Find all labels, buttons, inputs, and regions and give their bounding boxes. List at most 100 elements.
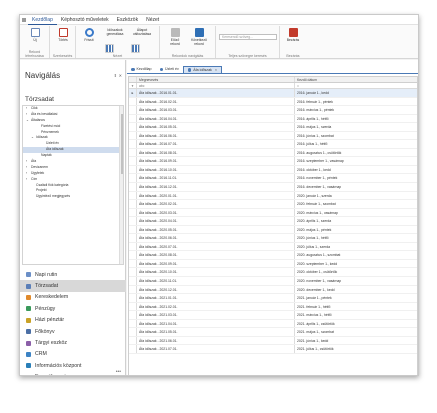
table-row[interactable]: Áfa időszak - 2021.06.01. 2021. június 1.… — [129, 336, 417, 346]
tree-scrollbar-thumb[interactable] — [120, 114, 123, 174]
cell-start-date[interactable]: 2016. április 1., hétfő — [295, 115, 417, 123]
table-row[interactable]: Áfa időszak - 2016.02.01. 2016. február 1… — [129, 97, 417, 107]
tree-item[interactable]: Ügyintéző megjegyzés — [23, 194, 123, 200]
cell-name[interactable]: Áfa időszak - 2020.11.01. — [137, 277, 295, 285]
nav-module-item[interactable]: Napi rutin — [20, 269, 126, 280]
cell-name[interactable]: Áfa időszak - 2016.06.01. — [137, 131, 295, 140]
cell-name[interactable]: Áfa időszak - 2016.10.01. — [137, 165, 295, 174]
cell-start-date[interactable]: 2020. szeptember 1., kedd — [295, 260, 417, 268]
nav-module-item[interactable]: Pénzügy — [20, 303, 126, 314]
nav-module-item[interactable]: Házi pénztár — [20, 315, 126, 326]
cell-start-date[interactable]: 2020. május 1., péntek — [295, 226, 417, 234]
table-row[interactable]: Áfa időszak - 2020.04.01. 2020. április 1… — [129, 217, 417, 226]
cell-start-date[interactable]: 2016. július 1., hétfő — [295, 140, 417, 148]
cell-start-date[interactable]: 2016. január 1., kedd — [295, 89, 417, 97]
cell-name[interactable]: Áfa időszak - 2020.02.01. — [137, 200, 295, 208]
cell-start-date[interactable]: 2016. december 1., vasárnap — [295, 183, 417, 191]
cell-start-date[interactable]: 2021. június 1., kedd — [295, 337, 417, 345]
delete-button[interactable]: Törlés — [54, 28, 72, 42]
cell-name[interactable]: Áfa időszak - 2020.01.01. — [137, 191, 295, 200]
cell-start-date[interactable]: 2020. augusztus 1., szombat — [295, 251, 417, 259]
cell-name[interactable]: Áfa időszak - 2020.09.01. — [137, 259, 295, 268]
table-row[interactable]: Áfa időszak - 2016.07.01. 2016. július 1.… — [129, 140, 417, 149]
previous-record-button[interactable]: Előző rekord — [166, 28, 184, 46]
cell-name[interactable]: Áfa időszak - 2020.05.01. — [137, 225, 295, 234]
menu-tab-tools[interactable]: Eszközök — [113, 15, 142, 25]
nav-module-item[interactable]: Export/import — [20, 372, 126, 375]
table-row[interactable]: Áfa időszak - 2020.05.01. 2020. május 1.,… — [129, 225, 417, 235]
nav-module-item[interactable]: Kereskedelem — [20, 292, 126, 303]
cell-start-date[interactable]: 2021. július 1., csütörtök — [295, 345, 417, 353]
cell-start-date[interactable]: 2021. április 1., csütörtök — [295, 320, 417, 328]
cell-name[interactable]: Áfa időszak - 2016.07.01. — [137, 140, 295, 148]
change-status-button[interactable]: Állapot változtatása — [130, 28, 154, 53]
cell-start-date[interactable]: 2021. január 1., péntek — [295, 294, 417, 302]
cell-start-date[interactable]: 2021. február 1., hétfő — [295, 303, 417, 311]
cell-name[interactable]: Áfa időszak - 2016.08.01. — [137, 148, 295, 157]
cell-name[interactable]: Áfa időszak - 2020.03.01. — [137, 208, 295, 217]
table-row[interactable]: Áfa időszak - 2016.06.01. 2016. június 1.… — [129, 131, 417, 141]
table-row[interactable]: Áfa időszak - 2020.01.01. 2020. január 1.… — [129, 191, 417, 201]
cell-name[interactable]: Áfa időszak - 2021.04.01. — [137, 319, 295, 328]
cell-name[interactable]: Áfa időszak - 2016.03.01. — [137, 106, 295, 114]
document-tab[interactable]: Üzleti év — [156, 66, 183, 73]
close-tab-icon[interactable]: × — [215, 67, 217, 74]
cell-start-date[interactable]: 2021. március 1., hétfő — [295, 311, 417, 319]
table-row[interactable]: Áfa időszak - 2021.01.01. 2021. január 1.… — [129, 294, 417, 303]
cell-name[interactable]: Áfa időszak - 2020.10.01. — [137, 268, 295, 277]
cell-start-date[interactable]: 2016. június 1., szombat — [295, 132, 417, 140]
table-row[interactable]: Áfa időszak - 2021.02.01. 2021. február 1… — [129, 302, 417, 312]
cell-name[interactable]: Áfa időszak - 2021.05.01. — [137, 328, 295, 336]
cell-name[interactable]: Áfa időszak - 2021.07.01. — [137, 345, 295, 353]
table-row[interactable]: Áfa időszak - 2020.02.01. 2020. február 1… — [129, 200, 417, 209]
new-button[interactable]: Új — [26, 28, 44, 42]
next-record-button[interactable]: Következő rekord — [188, 28, 210, 46]
table-row[interactable]: Áfa időszak - 2016.09.01. 2016. szeptembe… — [129, 157, 417, 166]
more-options-icon[interactable]: ••• — [116, 369, 121, 375]
cell-name[interactable]: Áfa időszak - 2016.02.01. — [137, 97, 295, 106]
close-button[interactable]: Bezárás — [284, 28, 302, 42]
cell-start-date[interactable]: 2020. december 1., kedd — [295, 286, 417, 294]
cell-name[interactable]: Áfa időszak - 2021.01.01. — [137, 294, 295, 302]
cell-start-date[interactable]: 2020. március 1., vasárnap — [295, 209, 417, 217]
cell-start-date[interactable]: 2016. november 1., péntek — [295, 174, 417, 182]
cell-start-date[interactable]: 2020. február 1., szombat — [295, 200, 417, 208]
cell-name[interactable]: Áfa időszak - 2016.04.01. — [137, 114, 295, 123]
table-row[interactable]: Áfa időszak - 2020.12.01. 2020. december … — [129, 285, 417, 295]
cell-start-date[interactable]: 2016. október 1., kedd — [295, 166, 417, 174]
menu-tab-home[interactable]: Kezdőlap — [28, 15, 57, 25]
table-row[interactable]: Áfa időszak - 2016.08.01. 2016. augusztus… — [129, 148, 417, 158]
cell-start-date[interactable]: 2020. január 1., szerda — [295, 192, 417, 200]
refresh-button[interactable]: Frissít — [80, 28, 98, 42]
cell-start-date[interactable]: 2021. május 1., szombat — [295, 328, 417, 336]
cell-start-date[interactable]: 2016. szeptember 1., vasárnap — [295, 157, 417, 165]
document-tab[interactable]: Áfa időszak × — [182, 66, 222, 74]
cell-name[interactable]: Áfa időszak - 2021.02.01. — [137, 302, 295, 311]
nav-module-item[interactable]: Információs központ — [20, 360, 126, 371]
cell-name[interactable]: Áfa időszak - 2020.07.01. — [137, 242, 295, 251]
cell-name[interactable]: Áfa időszak - 2020.04.01. — [137, 217, 295, 225]
cell-name[interactable]: Áfa időszak - 2020.12.01. — [137, 285, 295, 294]
table-row[interactable]: Áfa időszak - 2016.12.01. 2016. december … — [129, 183, 417, 192]
table-row[interactable]: Áfa időszak - 2016.03.01. 2016. március 1… — [129, 106, 417, 115]
cell-name[interactable]: Áfa időszak - 2016.05.01. — [137, 123, 295, 131]
column-header-start-date[interactable]: Kezdő dátum — [295, 77, 417, 82]
table-row[interactable]: Áfa időszak - 2020.03.01. 2020. március 1… — [129, 208, 417, 218]
tree-scrollbar[interactable] — [119, 106, 123, 264]
table-row[interactable]: Áfa időszak - 2021.03.01. 2021. március 1… — [129, 311, 417, 320]
menu-tab-operations[interactable]: Képhosztó műveletek — [57, 15, 113, 25]
cell-start-date[interactable]: 2020. július 1., szerda — [295, 243, 417, 251]
table-row[interactable]: Áfa időszak - 2021.07.01. 2021. július 1.… — [129, 345, 417, 354]
cell-name[interactable]: Áfa időszak - 2021.06.01. — [137, 336, 295, 345]
menu-tab-view[interactable]: Nézet — [142, 15, 163, 25]
filter-name-input[interactable]: abc — [137, 83, 295, 88]
app-menu-icon[interactable] — [22, 17, 26, 22]
table-row[interactable]: Áfa időszak - 2020.11.01. 2020. november … — [129, 277, 417, 286]
cell-name[interactable]: Áfa időszak - 2016.01.01. — [137, 89, 295, 97]
cell-name[interactable]: Áfa időszak - 2016.11.01. — [137, 174, 295, 183]
table-row[interactable]: Áfa időszak - 2021.05.01. 2021. május 1.,… — [129, 328, 417, 337]
nav-module-item[interactable]: Főkönyv — [20, 326, 126, 337]
nav-close-icon[interactable]: ✕ — [119, 73, 122, 78]
generate-periods-button[interactable]: Időszakok generálása — [104, 28, 126, 53]
table-row[interactable]: Áfa időszak - 2020.09.01. 2020. szeptembe… — [129, 259, 417, 269]
